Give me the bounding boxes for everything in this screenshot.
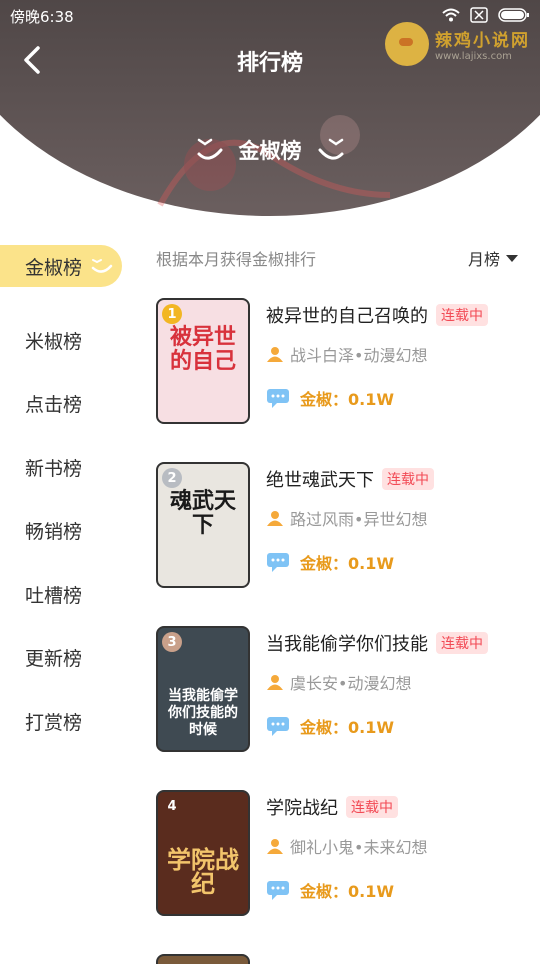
book-title-text: 当我能偷学你们技能 — [266, 634, 428, 655]
sidebar-item-new-books[interactable]: 新书榜 — [0, 436, 130, 500]
person-icon — [267, 347, 283, 362]
sim-disabled-icon — [470, 7, 488, 23]
rank-badge: 1 — [162, 304, 182, 324]
caret-down-icon — [506, 254, 518, 262]
book-title[interactable]: 被异世的自己召唤的 连载中 — [266, 302, 488, 328]
sidebar-item-label: 更新榜 — [25, 648, 83, 671]
heat-row: 金椒：0.1W — [266, 386, 394, 410]
chat-bubble-icon — [267, 717, 289, 736]
rank-badge: 4 — [167, 798, 177, 814]
book-cover[interactable]: 2 魂武天下 — [156, 462, 250, 588]
book-cover[interactable]: 3 当我能偷学你们技能的时候 — [156, 626, 250, 752]
book-cover[interactable]: 1 被异世的自己 — [156, 298, 250, 424]
smile-face-icon — [91, 259, 113, 273]
person-icon — [267, 839, 283, 854]
author-category-text: 路过风雨•异世幻想 — [290, 510, 428, 529]
author-category-text: 虞长安•动漫幻想 — [290, 674, 412, 693]
sidebar-item-bestseller[interactable]: 畅销榜 — [0, 499, 130, 563]
sidebar-item-label: 吐槽榜 — [25, 584, 83, 607]
rank-badge: 3 — [162, 632, 182, 652]
heat-label: 金椒： — [300, 718, 349, 737]
ranking-sidebar: 金椒榜 米椒榜 点击榜 新书榜 畅销榜 吐槽榜 更新榜 打赏榜 — [0, 245, 130, 753]
book-title-text: 学院战纪 — [266, 798, 338, 819]
page-title: 排行榜 — [236, 51, 303, 76]
sidebar-item-label: 金椒榜 — [25, 256, 83, 279]
period-dropdown[interactable]: 月榜 — [468, 246, 518, 270]
heat-label: 金椒： — [300, 554, 349, 573]
book-title[interactable]: 学院战纪 连载中 — [266, 794, 398, 820]
sidebar-item-clicks[interactable]: 点击榜 — [0, 372, 130, 436]
status-badge: 连载中 — [382, 468, 434, 490]
book-cover[interactable]: 4 学院战纪 — [156, 790, 250, 916]
smile-deco-right-icon — [318, 138, 343, 160]
heat-label: 金椒： — [300, 882, 349, 901]
ranking-description: 根据本月获得金椒排行 — [156, 250, 317, 269]
ranking-name: 金椒榜 — [238, 139, 302, 163]
status-badge: 连载中 — [436, 304, 488, 326]
book-item[interactable]: 1 被异世的自己 被异世的自己召唤的 连载中 战斗白泽•动漫幻想 金椒：0.1W — [156, 298, 526, 424]
status-badge: 连载中 — [346, 796, 398, 818]
book-item[interactable]: 4 学院战纪 学院战纪 连载中 御礼小鬼•未来幻想 金椒：0.1W — [156, 790, 526, 916]
book-title-text: 被异世的自己召唤的 — [266, 306, 428, 327]
author-category: 御礼小鬼•未来幻想 — [266, 834, 427, 858]
heat-value: 0.1W — [348, 882, 395, 901]
book-item[interactable]: 3 当我能偷学你们技能的时候 当我能偷学你们技能 连载中 虞长安•动漫幻想 金椒：… — [156, 626, 526, 752]
cover-title-art: 当我能偷学你们技能的时候 — [168, 688, 238, 738]
header: 傍晚6:38 辣鸡小说网 www.lajixs.com 排行榜 金椒榜 — [0, 0, 540, 216]
book-title-text: 绝世魂武天下 — [266, 470, 374, 491]
book-title[interactable]: 绝世魂武天下 连载中 — [266, 466, 434, 492]
book-item[interactable]: 2 魂武天下 绝世魂武天下 连载中 路过风雨•异世幻想 金椒：0.1W — [156, 462, 526, 588]
sidebar-item-jinjiao[interactable]: 金椒榜 — [0, 245, 122, 287]
heat-row: 金椒：0.1W — [266, 878, 394, 902]
author-category: 路过风雨•异世幻想 — [266, 506, 427, 530]
sidebar-item-label: 米椒榜 — [25, 330, 83, 353]
author-category: 战斗白泽•动漫幻想 — [266, 342, 427, 366]
ranking-title: 金椒榜 — [0, 135, 540, 165]
chat-bubble-icon — [267, 389, 289, 408]
period-label: 月榜 — [467, 250, 500, 269]
heat-value: 0.1W — [348, 390, 395, 409]
heat-label: 金椒： — [300, 390, 349, 409]
smile-deco-left-icon — [197, 138, 222, 160]
rank-badge: 2 — [162, 468, 182, 488]
chat-bubble-icon — [267, 553, 289, 572]
author-category-text: 战斗白泽•动漫幻想 — [290, 346, 428, 365]
status-time: 傍晚6:38 — [10, 8, 74, 26]
book-cover-partial[interactable] — [156, 954, 250, 964]
sidebar-item-mijiao[interactable]: 米椒榜 — [0, 309, 130, 373]
cover-title-art: 被异世的自己 — [169, 325, 236, 374]
sidebar-item-updates[interactable]: 更新榜 — [0, 626, 130, 690]
status-badge: 连载中 — [436, 632, 488, 654]
heat-value: 0.1W — [348, 554, 395, 573]
sidebar-item-label: 打赏榜 — [25, 711, 83, 734]
person-icon — [267, 511, 283, 526]
chat-bubble-icon — [267, 881, 289, 900]
battery-icon — [498, 8, 529, 22]
sidebar-item-label: 点击榜 — [25, 394, 83, 417]
book-title[interactable]: 当我能偷学你们技能 连载中 — [266, 630, 488, 656]
sidebar-item-label: 新书榜 — [25, 457, 83, 480]
author-category: 虞长安•动漫幻想 — [266, 670, 411, 694]
cover-title-art: 魂武天下 — [169, 489, 236, 538]
author-category-text: 御礼小鬼•未来幻想 — [290, 838, 428, 857]
person-icon — [267, 675, 283, 690]
sidebar-item-label: 畅销榜 — [25, 521, 83, 544]
cover-title-art: 学院战纪 — [167, 846, 239, 898]
sidebar-item-rewards[interactable]: 打赏榜 — [0, 690, 130, 754]
heat-value: 0.1W — [348, 718, 395, 737]
heat-row: 金椒：0.1W — [266, 714, 394, 738]
heat-row: 金椒：0.1W — [266, 550, 394, 574]
sidebar-item-roast[interactable]: 吐槽榜 — [0, 563, 130, 627]
wifi-icon — [442, 8, 460, 22]
